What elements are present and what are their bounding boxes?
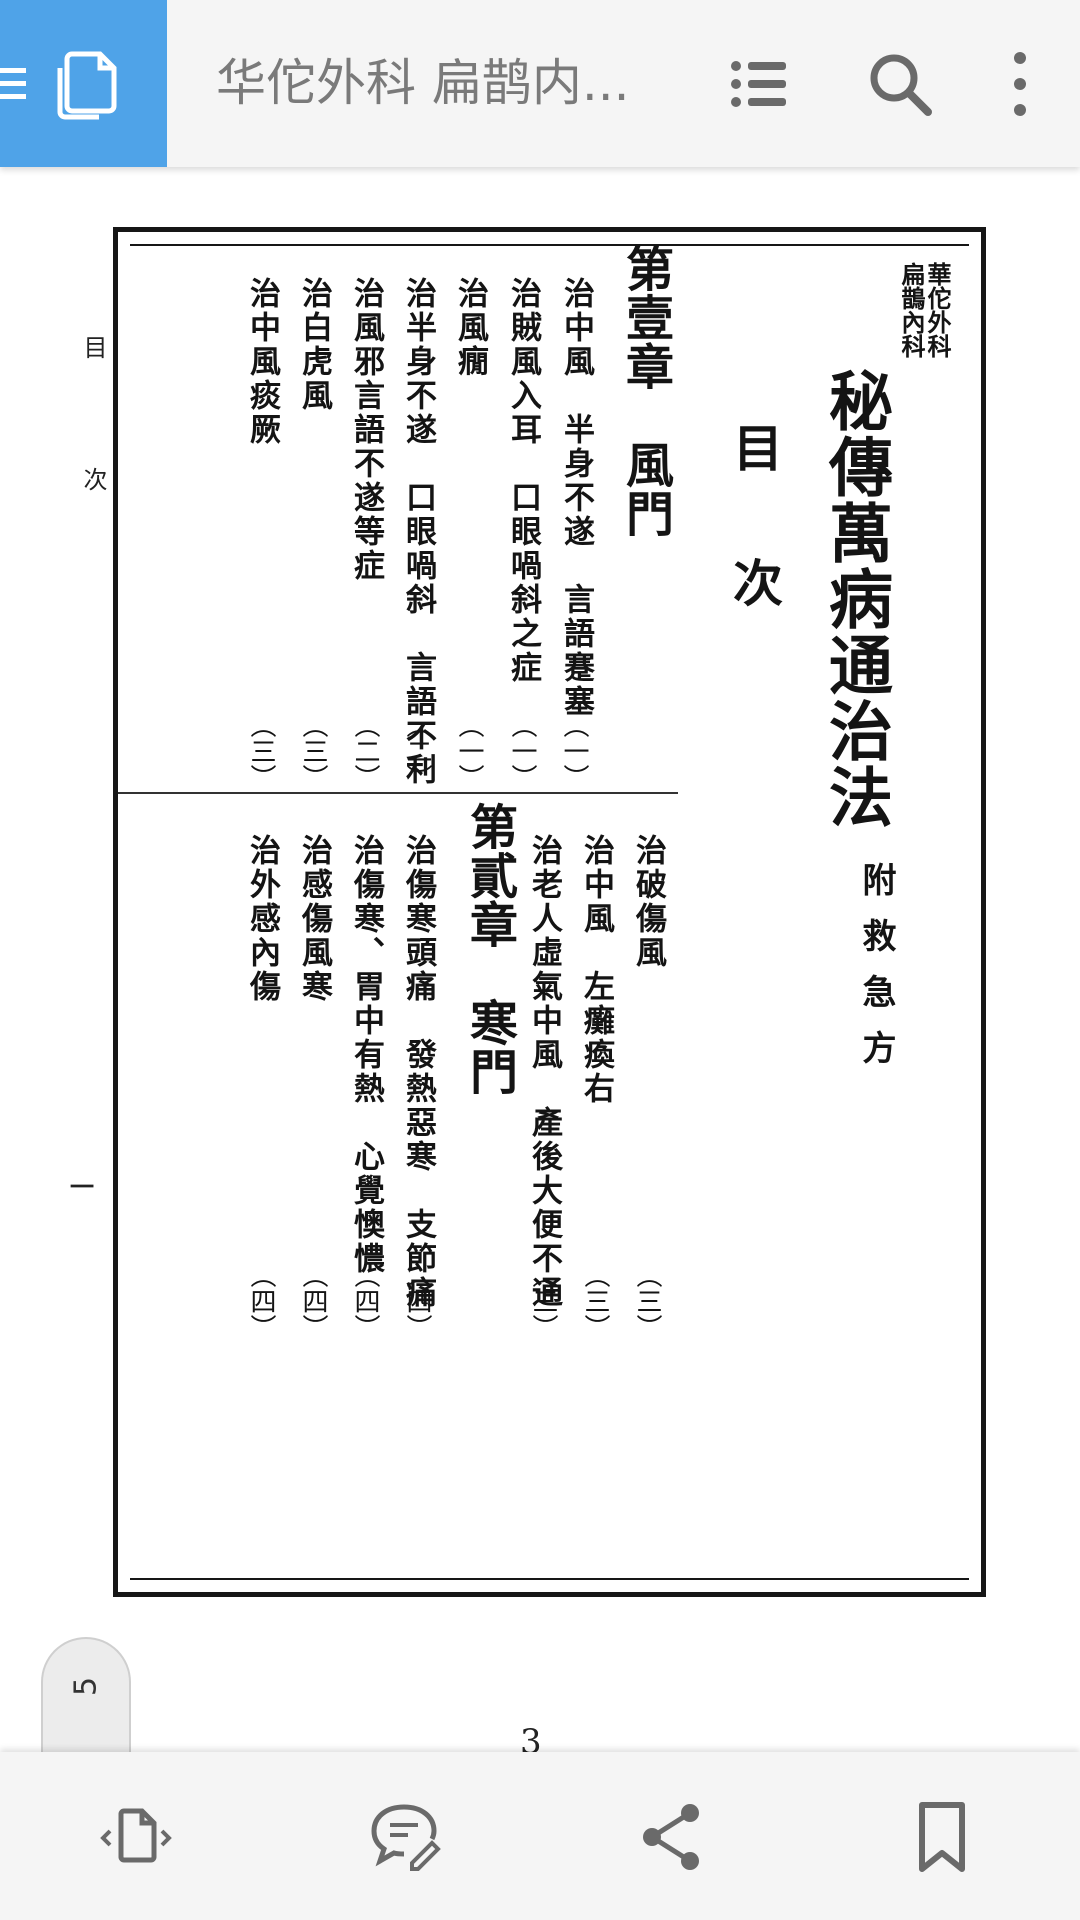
toc-entry[interactable]: 治中風 半身不遂 言語蹇塞 — [554, 277, 599, 719]
search-icon[interactable] — [864, 48, 936, 120]
toc-entry-page: （四） — [402, 1262, 432, 1340]
bottom-toolbar — [0, 1752, 1080, 1920]
margin-dash: 一 — [70, 1172, 94, 1201]
toc-entry-page: （三） — [528, 1262, 558, 1340]
toc-entry[interactable]: 治傷寒、胃中有熱 心覺懊憹 — [344, 834, 389, 1276]
toc-entry-page: （二） — [402, 712, 432, 790]
toc-entry[interactable]: 治感傷風寒 — [292, 834, 337, 1004]
toc-entry[interactable]: 治風邪言語不遂等症 — [344, 277, 389, 583]
toc-entry[interactable]: 治中風痰厥 — [240, 277, 285, 447]
toc-entry-page: （一） — [559, 712, 589, 790]
chapter-1-title: 第壹章 風門 — [617, 244, 673, 538]
document-title: 华佗外科 扁鹊内... — [216, 54, 630, 112]
page-navigate-icon[interactable] — [96, 1797, 176, 1877]
document-page[interactable]: 目 次 一 華佗外科 扁鵲內科 秘傳萬病通治法 附救急方 目 次 第壹章 風門 … — [0, 167, 1080, 1752]
toc-entry[interactable]: 治傷寒頭痛 發熱惡寒 支節痛 — [396, 834, 441, 1310]
toc-entry[interactable]: 治破傷風 — [626, 834, 671, 970]
toc-entry-page: （四） — [350, 1262, 380, 1340]
toc-entry-page: （一） — [507, 712, 537, 790]
toc-entry[interactable]: 治中風 左癱瘓右 — [574, 834, 619, 1106]
share-icon[interactable] — [632, 1797, 712, 1877]
book-header-2: 扁鵲內科 — [897, 262, 926, 358]
list-icon[interactable] — [722, 48, 794, 120]
book-title: 秘傳萬病通治法 — [818, 368, 893, 830]
margin-label-bottom: 次 — [79, 467, 107, 494]
toc-entry-page: （四） — [298, 1262, 328, 1340]
section-divider — [118, 792, 678, 794]
hamburger-icon[interactable] — [0, 66, 28, 102]
toc-entry-page: （一） — [454, 712, 484, 790]
toc-heading-ci: 次 — [725, 557, 784, 610]
appendix-title: 附救急方 — [856, 862, 896, 1086]
bookmark-icon[interactable] — [902, 1797, 982, 1877]
page-indicator-tab[interactable]: 5 — [41, 1637, 131, 1755]
toc-entry[interactable]: 治外感內傷 — [240, 834, 285, 1004]
toc-entry[interactable]: 治白虎風 — [292, 277, 337, 413]
toc-entry-page: （三） — [632, 1262, 662, 1340]
toc-entry-page: （二） — [350, 712, 380, 790]
page-indicator-number: 5 — [68, 1676, 104, 1697]
toc-entry-page: （三） — [580, 1262, 610, 1340]
copy-pages-icon[interactable] — [54, 48, 120, 120]
document-switcher-button[interactable] — [0, 0, 167, 167]
toc-entry[interactable]: 治賊風入耳 口眼喎斜之症 — [501, 277, 546, 685]
toc-entry-page: （三） — [246, 712, 276, 790]
toc-entry-page: （三） — [298, 712, 328, 790]
top-app-bar: 华佗外科 扁鹊内... — [0, 0, 1080, 167]
toc-entry[interactable]: 治半身不遂 口眼喎斜 言語不利 — [396, 277, 441, 787]
toc-heading-mu: 目 — [725, 422, 784, 475]
toc-entry[interactable]: 治老人虛氣中風 產後大便不通 — [522, 834, 567, 1310]
more-vertical-icon[interactable] — [984, 48, 1056, 120]
toc-entry[interactable]: 治風癇 — [448, 277, 493, 379]
margin-label-top: 目 — [79, 335, 107, 362]
chapter-2-title: 第貳章 寒門 — [461, 802, 517, 1096]
comment-edit-icon[interactable] — [366, 1797, 446, 1877]
toc-entry-page: （四） — [246, 1262, 276, 1340]
page-frame: 華佗外科 扁鵲內科 秘傳萬病通治法 附救急方 目 次 第壹章 風門 治中風 半身… — [113, 227, 986, 1597]
